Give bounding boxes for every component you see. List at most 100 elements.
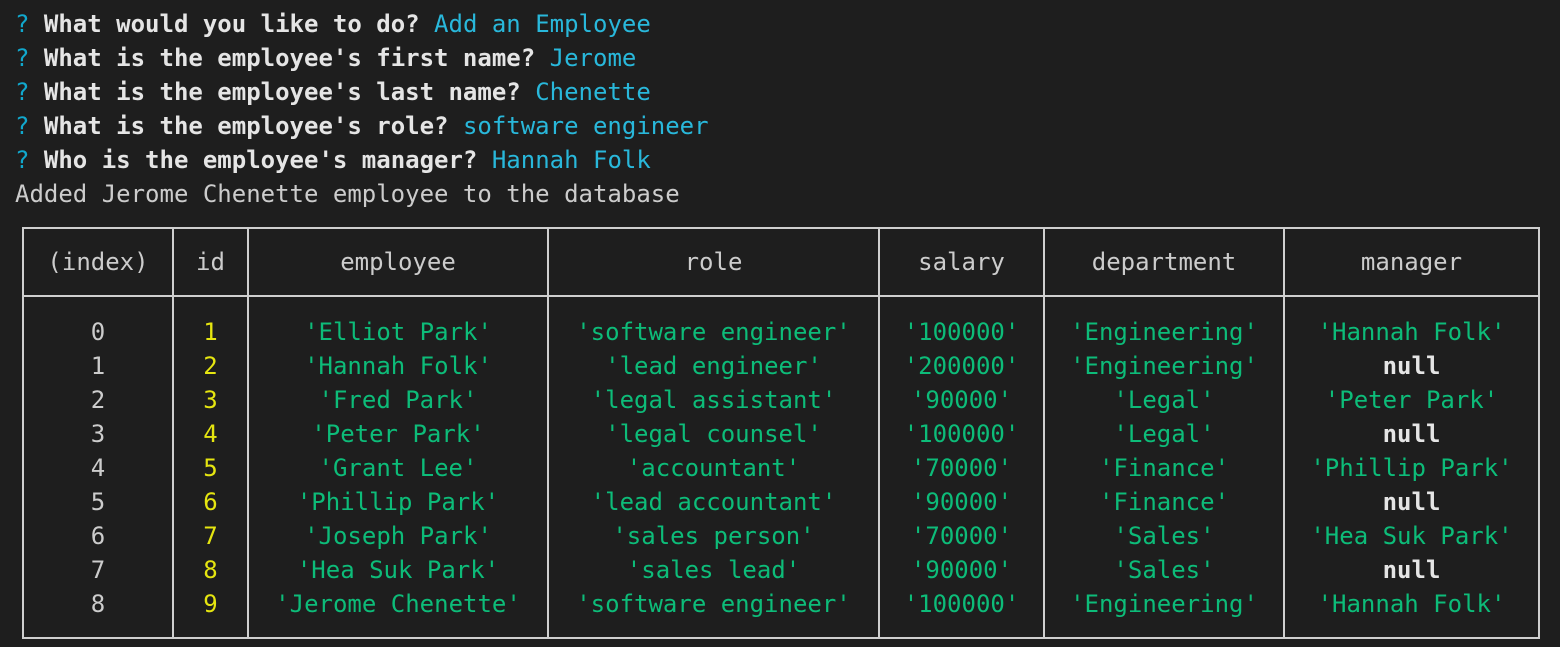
cell-salary: '100000' — [878, 587, 1045, 638]
prompt-line: ? What would you like to do? Add an Empl… — [15, 7, 1560, 41]
cell-salary: '70000' — [878, 519, 1045, 553]
cell-id: 2 — [172, 349, 249, 383]
employee-table: (index) id employee role salary departme… — [22, 227, 1540, 639]
cell-employee: 'Hannah Folk' — [247, 349, 549, 383]
table-row: 3 4 'Peter Park''legal counsel' '100000' 'Le… — [22, 417, 1540, 451]
cell-id: 6 — [172, 485, 249, 519]
cell-employee: 'Joseph Park' — [247, 519, 549, 553]
cell-index: 4 — [22, 451, 174, 485]
prompt-answer: Hannah Folk — [491, 146, 651, 174]
cell-index: 5 — [22, 485, 174, 519]
header-index: (index) — [22, 227, 174, 297]
cell-role: 'sales person' — [547, 519, 880, 553]
table-row: 8 9 'Jerome Chenette''software engineer' '1… — [22, 587, 1540, 638]
table-row: 2 3 'Fred Park''legal assistant' '90000' 'Le… — [22, 383, 1540, 417]
table-header-row: (index) id employee role salary departme… — [22, 227, 1540, 297]
question-mark-icon: ? — [15, 44, 30, 72]
prompt-list: ? What would you like to do? Add an Empl… — [15, 7, 1560, 177]
cell-index: 8 — [22, 587, 174, 638]
cell-id: 1 — [172, 296, 249, 349]
cell-salary: '90000' — [878, 485, 1045, 519]
cell-manager: 'Peter Park' — [1283, 383, 1540, 417]
cell-employee: 'Elliot Park' — [247, 296, 549, 349]
header-id: id — [172, 227, 249, 297]
cell-employee: 'Jerome Chenette' — [247, 587, 549, 638]
cell-role: 'legal assistant' — [547, 383, 880, 417]
cell-role: 'lead accountant' — [547, 485, 880, 519]
cell-manager: 'Hannah Folk' — [1283, 296, 1540, 349]
cell-id: 7 — [172, 519, 249, 553]
header-employee: employee — [247, 227, 549, 297]
cell-id: 8 — [172, 553, 249, 587]
cell-index: 2 — [22, 383, 174, 417]
header-salary: salary — [878, 227, 1045, 297]
question-mark-icon: ? — [15, 146, 30, 174]
prompt-question: Who is the employee's manager? — [43, 146, 478, 174]
cell-department: 'Finance' — [1043, 485, 1285, 519]
cell-salary: '90000' — [878, 383, 1045, 417]
cell-department: 'Legal' — [1043, 383, 1285, 417]
table-row: 1 2 'Hannah Folk''lead engineer' '200000' 'E… — [22, 349, 1540, 383]
cell-department: 'Legal' — [1043, 417, 1285, 451]
cell-role: 'lead engineer' — [547, 349, 880, 383]
prompt-line: ? What is the employee's first name? Jer… — [15, 41, 1560, 75]
cell-employee: 'Phillip Park' — [247, 485, 549, 519]
table-row: 5 6 'Phillip Park''lead accountant' '90000'… — [22, 485, 1540, 519]
cell-department: 'Engineering' — [1043, 349, 1285, 383]
cell-salary: '200000' — [878, 349, 1045, 383]
cell-id: 9 — [172, 587, 249, 638]
cell-salary: '100000' — [878, 417, 1045, 451]
cell-employee: 'Grant Lee' — [247, 451, 549, 485]
prompt-question: What would you like to do? — [43, 10, 420, 38]
table-body: 0 1 'Elliot Park''software engineer' '10000… — [22, 296, 1540, 638]
cell-role: 'sales lead' — [547, 553, 880, 587]
cell-manager: null — [1283, 485, 1540, 519]
prompt-question: What is the employee's role? — [43, 112, 449, 140]
cell-department: 'Sales' — [1043, 519, 1285, 553]
prompt-line: ? What is the employee's last name? Chen… — [15, 75, 1560, 109]
prompt-answer: Chenette — [535, 78, 651, 106]
terminal-output: ? What would you like to do? Add an Empl… — [15, 7, 1560, 211]
cell-employee: 'Fred Park' — [247, 383, 549, 417]
cell-role: 'software engineer' — [547, 296, 880, 349]
table-row: 0 1 'Elliot Park''software engineer' '10000… — [22, 296, 1540, 349]
cell-department: 'Sales' — [1043, 553, 1285, 587]
question-mark-icon: ? — [15, 10, 30, 38]
header-role: role — [547, 227, 880, 297]
cell-manager: 'Hea Suk Park' — [1283, 519, 1540, 553]
cell-role: 'accountant' — [547, 451, 880, 485]
prompt-answer: software engineer — [462, 112, 709, 140]
status-message: Added Jerome Chenette employee to the da… — [15, 180, 680, 208]
cell-manager: 'Phillip Park' — [1283, 451, 1540, 485]
cell-id: 3 — [172, 383, 249, 417]
cell-manager: null — [1283, 417, 1540, 451]
header-department: department — [1043, 227, 1285, 297]
prompt-line: ? Who is the employee's manager? Hannah … — [15, 143, 1560, 177]
prompt-answer: Add an Employee — [434, 10, 651, 38]
table-row: 7 8 'Hea Suk Park''sales lead' '90000' 'Sale… — [22, 553, 1540, 587]
cell-id: 4 — [172, 417, 249, 451]
cell-manager: null — [1283, 349, 1540, 383]
cell-index: 0 — [22, 296, 174, 349]
cell-department: 'Finance' — [1043, 451, 1285, 485]
cell-salary: '90000' — [878, 553, 1045, 587]
question-mark-icon: ? — [15, 78, 30, 106]
table-row: 4 5 'Grant Lee''accountant' '70000' 'Finance… — [22, 451, 1540, 485]
cell-id: 5 — [172, 451, 249, 485]
cell-department: 'Engineering' — [1043, 296, 1285, 349]
cell-employee: 'Hea Suk Park' — [247, 553, 549, 587]
cell-employee: 'Peter Park' — [247, 417, 549, 451]
cell-role: 'legal counsel' — [547, 417, 880, 451]
cell-salary: '70000' — [878, 451, 1045, 485]
question-mark-icon: ? — [15, 112, 30, 140]
header-manager: manager — [1283, 227, 1540, 297]
prompt-question: What is the employee's last name? — [43, 78, 521, 106]
cell-role: 'software engineer' — [547, 587, 880, 638]
cell-salary: '100000' — [878, 296, 1045, 349]
prompt-line: ? What is the employee's role? software … — [15, 109, 1560, 143]
cell-index: 6 — [22, 519, 174, 553]
cell-department: 'Engineering' — [1043, 587, 1285, 638]
prompt-question: What is the employee's first name? — [43, 44, 536, 72]
cell-manager: null — [1283, 553, 1540, 587]
cell-index: 7 — [22, 553, 174, 587]
